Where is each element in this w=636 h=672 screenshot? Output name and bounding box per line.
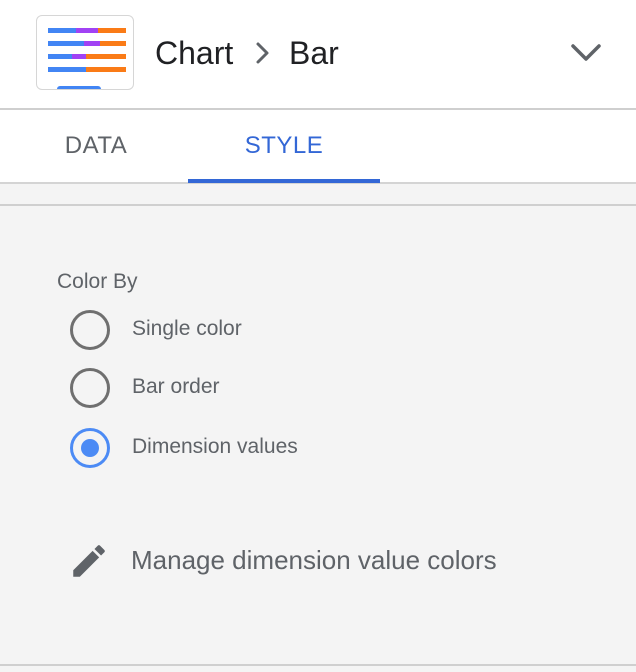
radio-label: Dimension values xyxy=(132,435,298,458)
breadcrumb-root[interactable]: Chart xyxy=(155,31,233,75)
radio-button-selected[interactable] xyxy=(70,428,110,468)
radio-option-single-color[interactable]: Single color xyxy=(70,310,490,354)
manage-dimension-colors-label: Manage dimension value colors xyxy=(131,545,497,575)
radio-button[interactable] xyxy=(70,310,110,350)
chevron-right-icon xyxy=(256,42,269,64)
section-divider xyxy=(0,204,636,206)
bar-chart-thumbnail-graphic xyxy=(48,28,126,89)
color-by-label: Color By xyxy=(57,270,138,293)
active-tab-indicator xyxy=(188,179,380,183)
radio-button[interactable] xyxy=(70,368,110,408)
collapse-panel-button[interactable] xyxy=(566,36,606,70)
radio-option-dimension-values[interactable]: Dimension values xyxy=(70,428,490,472)
radio-selected-dot xyxy=(81,439,99,457)
radio-label: Bar order xyxy=(132,375,220,398)
chart-style-panel: Chart Bar DATA STYLE Color By Single col… xyxy=(0,0,636,672)
tab-style[interactable]: STYLE xyxy=(188,110,380,182)
radio-label: Single color xyxy=(132,317,242,340)
bar-chart-thumbnail-icon[interactable] xyxy=(36,15,134,90)
breadcrumb-current: Bar xyxy=(289,35,339,71)
tab-bar: DATA STYLE xyxy=(0,110,636,184)
tab-data[interactable]: DATA xyxy=(0,110,192,182)
panel-header: Chart Bar xyxy=(0,0,636,110)
chevron-down-icon xyxy=(571,44,601,61)
bottom-divider xyxy=(0,664,636,666)
pencil-icon xyxy=(73,545,105,577)
manage-dimension-colors-button[interactable]: Manage dimension value colors xyxy=(68,538,548,582)
radio-option-bar-order[interactable]: Bar order xyxy=(70,368,490,412)
